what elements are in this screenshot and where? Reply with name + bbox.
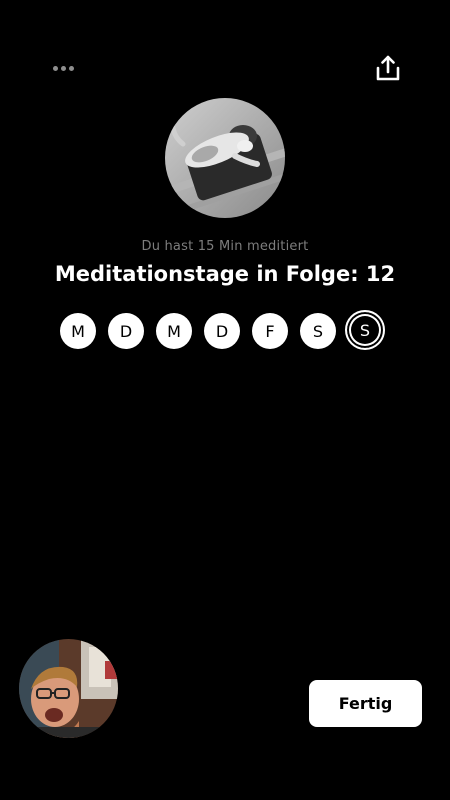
weekday-tuesday: D [108,313,144,349]
streak-title: Meditationstage in Folge: 12 [54,262,396,286]
more-icon [52,65,58,71]
session-photo [165,98,285,218]
camera-preview-avatar[interactable] [19,639,118,738]
more-icon-dot [68,65,74,71]
dog-photo-image [165,98,285,218]
user-selfie-image [19,639,118,738]
weekday-thursday: D [204,313,240,349]
done-button[interactable]: Fertig [309,680,422,727]
weekday-saturday: S [300,313,336,349]
weekday-monday: M [60,313,96,349]
weekday-row: M D M D F S S [60,310,390,353]
more-options-button[interactable] [48,58,78,78]
weekday-friday: F [252,313,288,349]
more-icon-dot [60,65,66,71]
weekday-sunday-today: S [345,310,385,350]
session-summary: Du hast 15 Min meditiert [141,239,309,254]
weekday-wednesday: M [156,313,192,349]
share-button[interactable] [372,53,404,85]
share-icon [376,55,400,81]
